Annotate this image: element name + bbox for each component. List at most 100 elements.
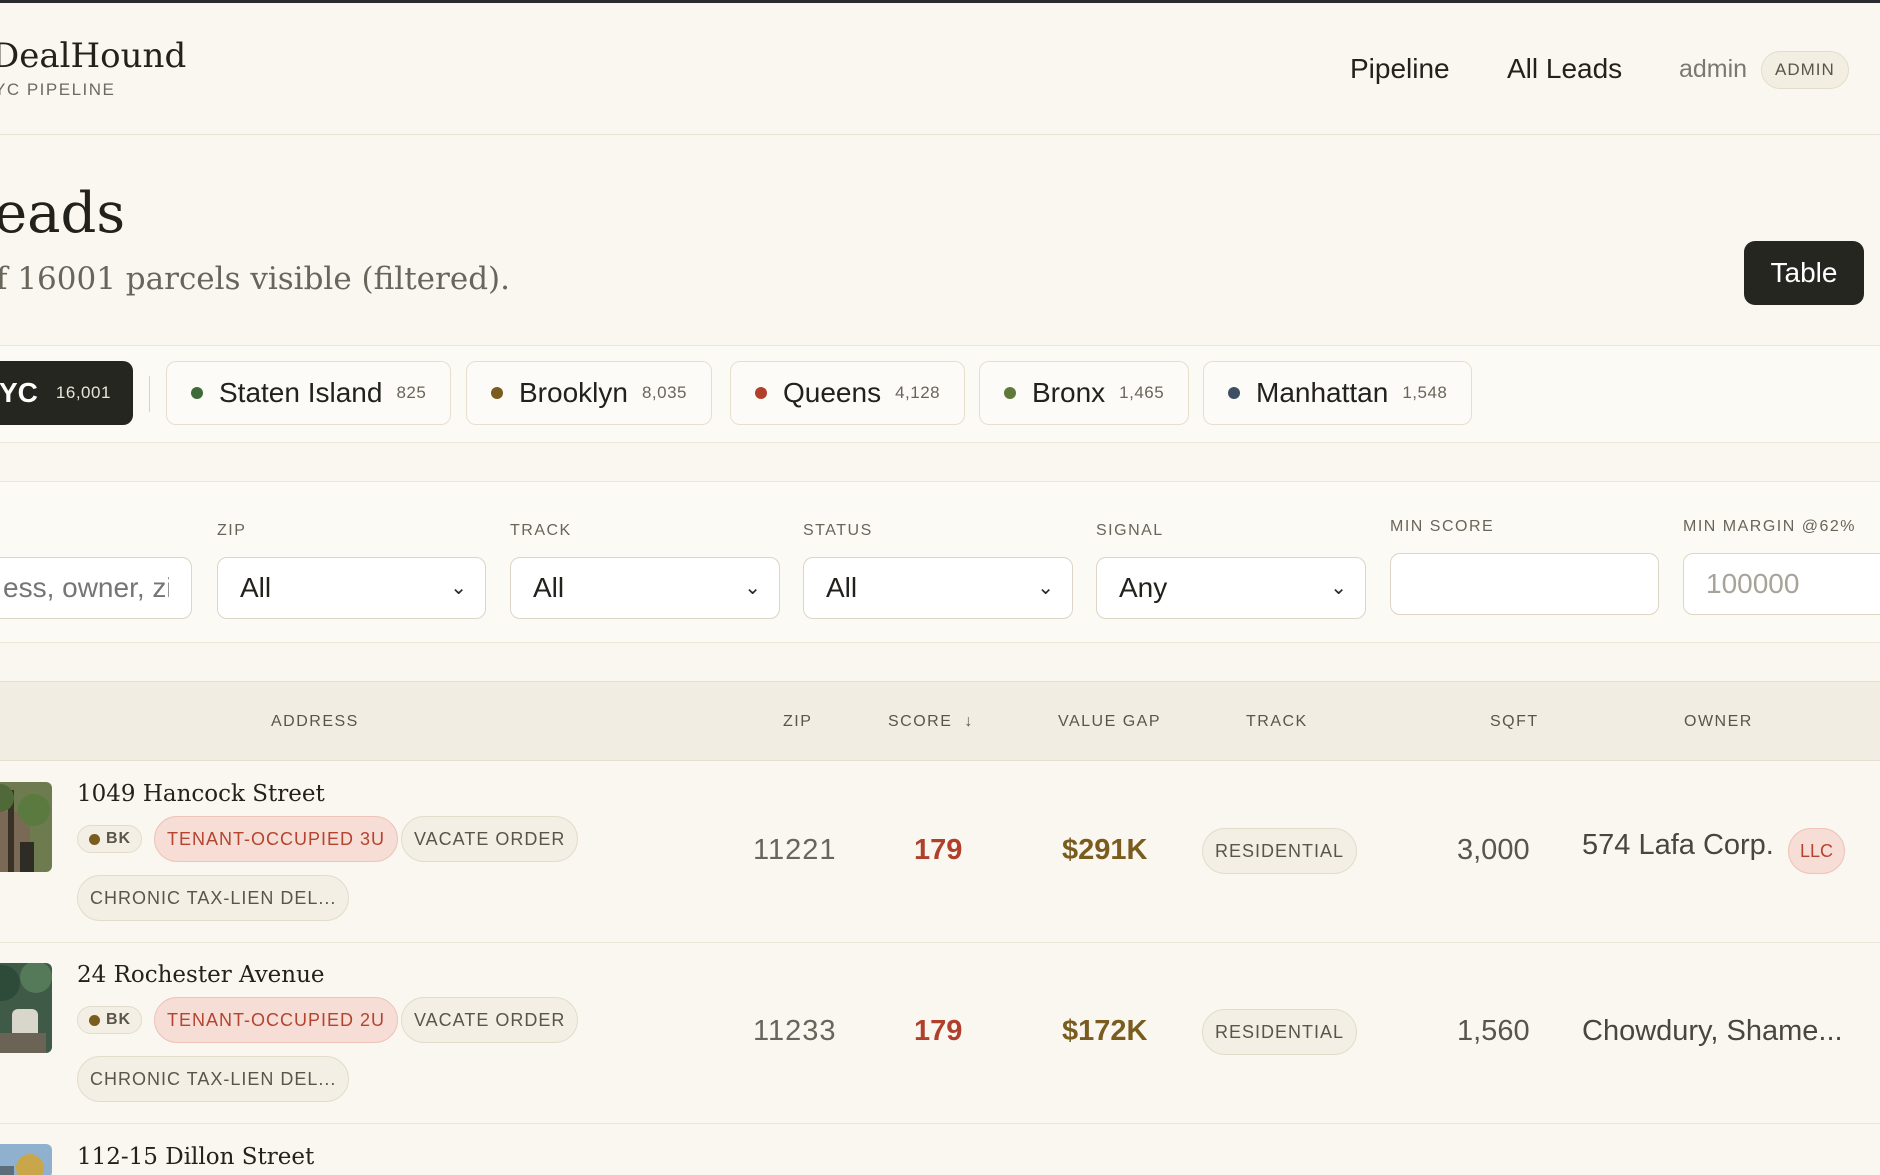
borough-filter-bar: YC 16,001 Staten Island 825 Brooklyn 8,0…	[0, 345, 1880, 443]
borough-chip-label: Brooklyn	[519, 377, 628, 408]
page-summary: f 16001 parcels visible (filtered).	[0, 261, 510, 297]
min-margin-label: MIN MARGIN @62%	[1683, 518, 1856, 535]
user-name[interactable]: admin	[1679, 55, 1747, 84]
borough-chip-count: 8,035	[641, 383, 687, 402]
column-owner[interactable]: OWNER	[1684, 713, 1753, 731]
owner-cell[interactable]: Chowdury, Shame...	[1582, 1015, 1843, 1048]
zip-cell: 11221	[753, 834, 837, 866]
score-cell: 179	[914, 1015, 963, 1047]
column-zip[interactable]: ZIP	[783, 713, 812, 731]
chevron-down-icon: ⌄	[450, 577, 467, 599]
table-header: ADDRESS ZIP SCORE ↓ VALUE GAP TRACK SQFT…	[0, 681, 1880, 761]
borough-chip-manhattan[interactable]: Manhattan 1,548	[1203, 361, 1473, 425]
signal-tag: VACATE ORDER	[401, 816, 579, 862]
borough-tag: BK	[77, 825, 143, 853]
column-address[interactable]: ADDRESS	[271, 713, 359, 731]
property-thumbnail[interactable]	[0, 963, 52, 1053]
page-title: eads	[0, 181, 126, 246]
property-thumbnail[interactable]	[0, 1144, 52, 1175]
status-filter-label: STATUS	[803, 522, 873, 539]
column-value-gap[interactable]: VALUE GAP	[1058, 713, 1161, 731]
borough-chip-count: 825	[396, 383, 427, 402]
track-filter-label: TRACK	[510, 522, 572, 539]
zip-filter-label: ZIP	[217, 522, 247, 539]
sort-arrow-icon: ↓	[964, 713, 974, 730]
borough-dot-icon	[89, 1015, 100, 1026]
borough-dot-icon	[1004, 387, 1016, 399]
borough-chip-count: 16,001	[55, 383, 111, 402]
signal-tag: TENANT-OCCUPIED 3U	[154, 816, 399, 862]
signal-tag: CHRONIC TAX-LIEN DEL...	[77, 875, 350, 921]
min-score-label: MIN SCORE	[1390, 518, 1495, 535]
borough-chip-bronx[interactable]: Bronx 1,465	[979, 361, 1190, 425]
track-select[interactable]: All ⌄	[510, 557, 780, 619]
column-score[interactable]: SCORE ↓	[888, 713, 974, 731]
column-sqft[interactable]: SQFT	[1490, 713, 1539, 731]
brand-subtitle: YC PIPELINE	[0, 80, 116, 99]
table-row[interactable]: 1049 Hancock Street BK TENANT-OCCUPIED 3…	[0, 762, 1880, 943]
signal-tag: TENANT-OCCUPIED 2U	[154, 997, 399, 1043]
column-score-label: SCORE	[888, 713, 953, 730]
borough-dot-icon	[491, 387, 503, 399]
nav-pipeline[interactable]: Pipeline	[1350, 53, 1450, 85]
role-badge: ADMIN	[1761, 51, 1849, 89]
score-cell: 179	[914, 834, 963, 866]
borough-dot-icon	[1228, 387, 1240, 399]
property-thumbnail[interactable]	[0, 782, 52, 872]
zip-select-value: All	[240, 572, 272, 603]
min-margin-input[interactable]: 100000	[1683, 553, 1880, 615]
value-gap-cell: $291K	[1062, 834, 1148, 866]
borough-chip-brooklyn[interactable]: Brooklyn 8,035	[466, 361, 712, 425]
filter-bar: ZIP All ⌄ TRACK All ⌄ STATUS All ⌄ SIGNA…	[0, 481, 1880, 643]
table-row[interactable]: 112-15 Dillon Street	[0, 1124, 1880, 1175]
value-gap-cell: $172K	[1062, 1015, 1148, 1047]
borough-dot-icon	[191, 387, 203, 399]
column-track[interactable]: TRACK	[1246, 713, 1308, 731]
borough-chip-count: 4,128	[895, 383, 941, 402]
table-row[interactable]: 24 Rochester Avenue BK TENANT-OCCUPIED 2…	[0, 943, 1880, 1124]
min-score-input[interactable]	[1390, 553, 1659, 615]
owner-cell[interactable]: 574 Lafa Corp.	[1582, 829, 1774, 862]
borough-chip-label: Manhattan	[1256, 377, 1389, 408]
status-select[interactable]: All ⌄	[803, 557, 1073, 619]
nav-all-leads[interactable]: All Leads	[1507, 53, 1622, 85]
borough-chip-label: Queens	[783, 377, 882, 408]
track-select-value: All	[533, 572, 565, 603]
borough-chip-label: Staten Island	[219, 377, 383, 408]
owner-type-badge: LLC	[1788, 828, 1845, 874]
sqft-cell: 1,560	[1457, 1015, 1530, 1047]
zip-cell: 11233	[753, 1015, 837, 1047]
search-input[interactable]	[0, 557, 192, 619]
chevron-down-icon: ⌄	[1330, 577, 1347, 599]
signal-select-value: Any	[1119, 572, 1168, 603]
address-link[interactable]: 1049 Hancock Street	[77, 781, 325, 807]
borough-dot-icon	[755, 387, 767, 399]
borough-chip-all[interactable]: YC 16,001	[0, 361, 133, 425]
app-header: DealHound YC PIPELINE Pipeline All Leads…	[0, 3, 1880, 135]
borough-chip-count: 1,465	[1119, 383, 1165, 402]
sqft-cell: 3,000	[1457, 834, 1530, 866]
address-link[interactable]: 24 Rochester Avenue	[77, 962, 325, 988]
table-view-button[interactable]: Table	[1744, 241, 1864, 305]
borough-dot-icon	[89, 834, 100, 845]
signal-tag: CHRONIC TAX-LIEN DEL...	[77, 1056, 350, 1102]
signal-tag: VACATE ORDER	[401, 997, 579, 1043]
track-pill: RESIDENTIAL	[1202, 1009, 1358, 1055]
status-select-value: All	[826, 572, 858, 603]
signal-select[interactable]: Any ⌄	[1096, 557, 1366, 619]
borough-tag-label: BK	[106, 1011, 132, 1028]
chevron-down-icon: ⌄	[1037, 577, 1054, 599]
zip-select[interactable]: All ⌄	[217, 557, 486, 619]
signal-filter-label: SIGNAL	[1096, 522, 1164, 539]
borough-tag: BK	[77, 1006, 143, 1034]
track-pill: RESIDENTIAL	[1202, 828, 1358, 874]
borough-chip-staten-island[interactable]: Staten Island 825	[166, 361, 452, 425]
borough-tag-label: BK	[106, 830, 132, 847]
chip-divider	[149, 376, 150, 412]
borough-chip-label: Bronx	[1032, 377, 1106, 408]
brand-name[interactable]: DealHound	[0, 36, 186, 76]
address-link[interactable]: 112-15 Dillon Street	[77, 1144, 314, 1170]
borough-chip-queens[interactable]: Queens 4,128	[730, 361, 966, 425]
chevron-down-icon: ⌄	[744, 577, 761, 599]
borough-chip-label: YC	[0, 377, 38, 408]
